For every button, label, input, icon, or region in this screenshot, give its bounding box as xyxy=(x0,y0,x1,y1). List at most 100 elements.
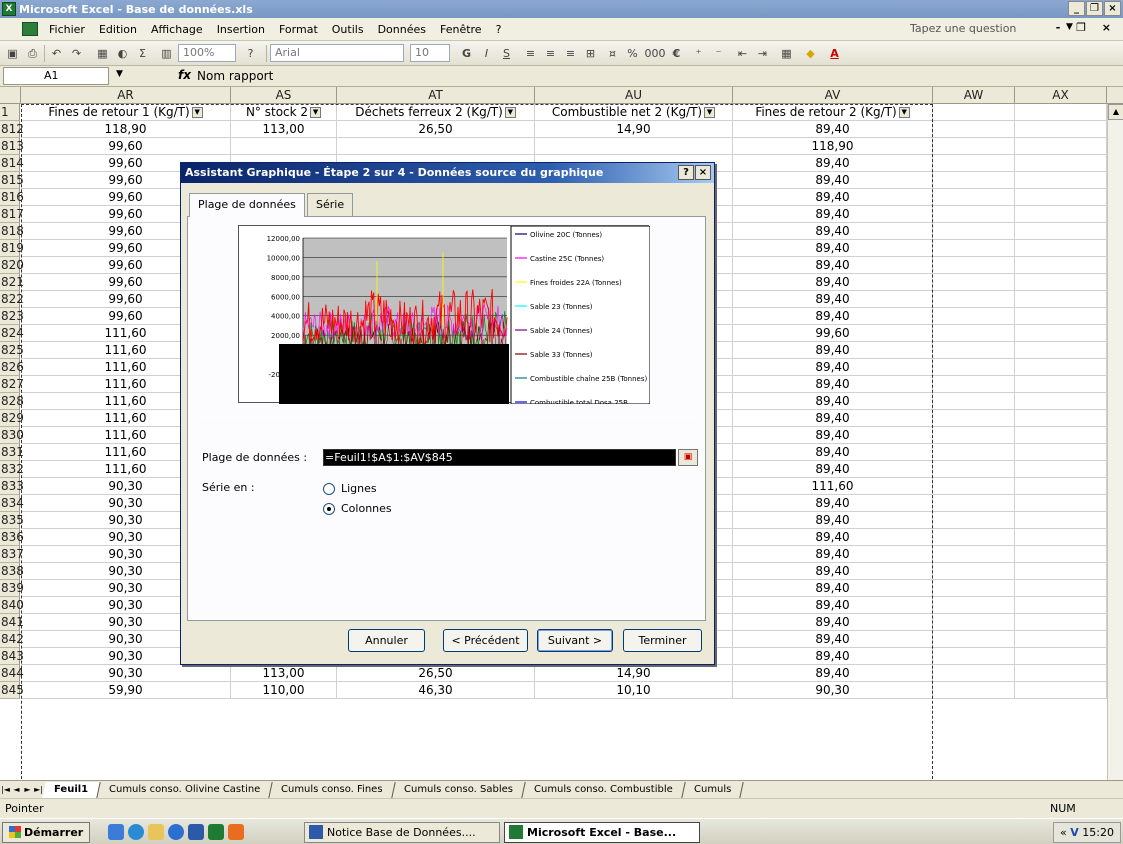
finish-button[interactable]: Terminer xyxy=(623,629,702,652)
task-word-notice[interactable]: Notice Base de Données.... xyxy=(304,822,500,843)
row-header[interactable]: 842 xyxy=(0,631,24,648)
table-cell[interactable] xyxy=(933,206,1015,223)
row-header[interactable]: 814 xyxy=(0,155,24,172)
menu-outils[interactable]: Outils xyxy=(325,23,371,36)
row-header[interactable]: 824 xyxy=(0,325,24,342)
sum-icon[interactable]: Σ xyxy=(134,45,151,62)
table-cell[interactable] xyxy=(933,648,1015,665)
next-sheet-icon[interactable]: ► xyxy=(22,785,33,794)
column-header-aw[interactable]: AW xyxy=(933,87,1015,104)
radio-lignes-label[interactable]: Lignes xyxy=(341,482,377,495)
autofilter-dropdown-icon[interactable]: ▼ xyxy=(504,107,516,118)
table-cell[interactable] xyxy=(1015,597,1107,614)
bar-chart-icon[interactable]: ▥ xyxy=(158,45,175,62)
table-cell[interactable] xyxy=(535,138,733,155)
row-header[interactable]: 815 xyxy=(0,172,24,189)
workbook-window-buttons[interactable]: - ❐ × xyxy=(1056,21,1117,34)
radio-colonnes[interactable] xyxy=(323,503,335,515)
table-cell[interactable]: 118,90 xyxy=(733,138,933,155)
row-header[interactable]: 833 xyxy=(0,478,24,495)
row-header[interactable]: 834 xyxy=(0,495,24,512)
first-sheet-icon[interactable]: |◄ xyxy=(0,785,11,794)
table-cell[interactable] xyxy=(1015,427,1107,444)
table-cell[interactable] xyxy=(1015,631,1107,648)
tab-plage-de-donnees[interactable]: Plage de données xyxy=(189,193,305,217)
row-header[interactable]: 837 xyxy=(0,546,24,563)
table-cell[interactable] xyxy=(933,495,1015,512)
row-header[interactable]: 821 xyxy=(0,274,24,291)
help-icon[interactable]: ? xyxy=(242,45,259,62)
align-left-icon[interactable]: ≡ xyxy=(522,45,539,62)
row-header[interactable]: 829 xyxy=(0,410,24,427)
excel-quicklaunch-icon[interactable] xyxy=(208,824,224,840)
menu-insertion[interactable]: Insertion xyxy=(210,23,272,36)
table-cell[interactable]: 59,90 xyxy=(21,682,231,699)
table-cell[interactable]: 89,40 xyxy=(733,546,933,563)
table-cell[interactable]: 89,40 xyxy=(733,223,933,240)
table-cell[interactable]: 89,40 xyxy=(733,155,933,172)
undo-icon[interactable]: ↶ xyxy=(48,45,65,62)
table-cell[interactable] xyxy=(933,529,1015,546)
table-cell[interactable] xyxy=(1015,359,1107,376)
vertical-scrollbar[interactable]: ▲ xyxy=(1107,104,1123,787)
menu-affichage[interactable]: Affichage xyxy=(144,23,210,36)
sheet-tab-feuil1[interactable]: Feuil1 xyxy=(42,781,101,798)
row-header[interactable]: 823 xyxy=(0,308,24,325)
increase-indent-icon[interactable]: ⇥ xyxy=(754,45,771,62)
sheet-tab-cumuls[interactable]: Cumuls xyxy=(682,781,744,798)
table-cell[interactable] xyxy=(933,461,1015,478)
dialog-title-bar[interactable]: Assistant Graphique - Étape 2 sur 4 - Do… xyxy=(181,163,714,183)
previous-button[interactable]: < Précédent xyxy=(443,629,528,652)
redo-icon[interactable]: ↷ xyxy=(68,45,85,62)
table-cell[interactable] xyxy=(933,121,1015,138)
table-cell[interactable] xyxy=(933,682,1015,699)
print-icon[interactable]: ⎙ xyxy=(24,45,41,62)
table-cell[interactable] xyxy=(1015,444,1107,461)
table-cell[interactable]: 14,90 xyxy=(535,121,733,138)
table-cell[interactable] xyxy=(933,172,1015,189)
table-cell[interactable]: 113,00 xyxy=(231,665,337,682)
header-cell[interactable]: Combustible net 2 (Kg/T) ▼ xyxy=(535,104,733,121)
align-center-icon[interactable]: ≡ xyxy=(542,45,559,62)
table-cell[interactable]: 26,50 xyxy=(337,665,535,682)
tray-expand-icon[interactable]: « xyxy=(1060,826,1067,839)
word-icon[interactable] xyxy=(188,824,204,840)
table-cell[interactable] xyxy=(933,138,1015,155)
row-header[interactable]: 818 xyxy=(0,223,24,240)
close-button[interactable]: × xyxy=(1104,1,1121,16)
row-header[interactable]: 816 xyxy=(0,189,24,206)
row-header[interactable]: 828 xyxy=(0,393,24,410)
menu-help[interactable]: ? xyxy=(489,23,509,36)
table-cell[interactable] xyxy=(1015,223,1107,240)
currency-icon[interactable]: ¤ xyxy=(604,45,621,62)
start-button[interactable]: Démarrer xyxy=(2,822,91,843)
row-header[interactable]: 825 xyxy=(0,342,24,359)
row-header[interactable]: 838 xyxy=(0,563,24,580)
dialog-close-button[interactable]: × xyxy=(695,165,711,180)
table-cell[interactable]: 89,40 xyxy=(733,189,933,206)
table-cell[interactable]: 90,30 xyxy=(21,665,231,682)
table-cell[interactable]: 89,40 xyxy=(733,648,933,665)
table-cell[interactable] xyxy=(1015,512,1107,529)
increase-decimal-icon[interactable]: ⁺ xyxy=(690,45,707,62)
header-cell[interactable]: N° stock 2 ▼ xyxy=(231,104,337,121)
table-cell[interactable] xyxy=(933,614,1015,631)
header-cell[interactable]: Fines de retour 2 (Kg/T) ▼ xyxy=(733,104,933,121)
table-cell[interactable]: 89,40 xyxy=(733,665,933,682)
table-cell[interactable] xyxy=(933,597,1015,614)
thousands-button[interactable]: 000 xyxy=(644,45,666,62)
row-header[interactable]: 835 xyxy=(0,512,24,529)
table-cell[interactable]: 89,40 xyxy=(733,410,933,427)
table-cell[interactable] xyxy=(933,274,1015,291)
row-header[interactable]: 839 xyxy=(0,580,24,597)
table-cell[interactable] xyxy=(1015,257,1107,274)
table-cell[interactable]: 89,40 xyxy=(733,444,933,461)
table-cell[interactable] xyxy=(933,563,1015,580)
merge-center-icon[interactable]: ⊞ xyxy=(582,45,599,62)
table-cell[interactable]: 89,40 xyxy=(733,257,933,274)
table-cell[interactable] xyxy=(1015,376,1107,393)
table-cell[interactable]: 90,30 xyxy=(733,682,933,699)
radio-lignes[interactable] xyxy=(323,483,335,495)
header-cell[interactable]: Déchets ferreux 2 (Kg/T) ▼ xyxy=(337,104,535,121)
table-cell[interactable]: 89,40 xyxy=(733,427,933,444)
